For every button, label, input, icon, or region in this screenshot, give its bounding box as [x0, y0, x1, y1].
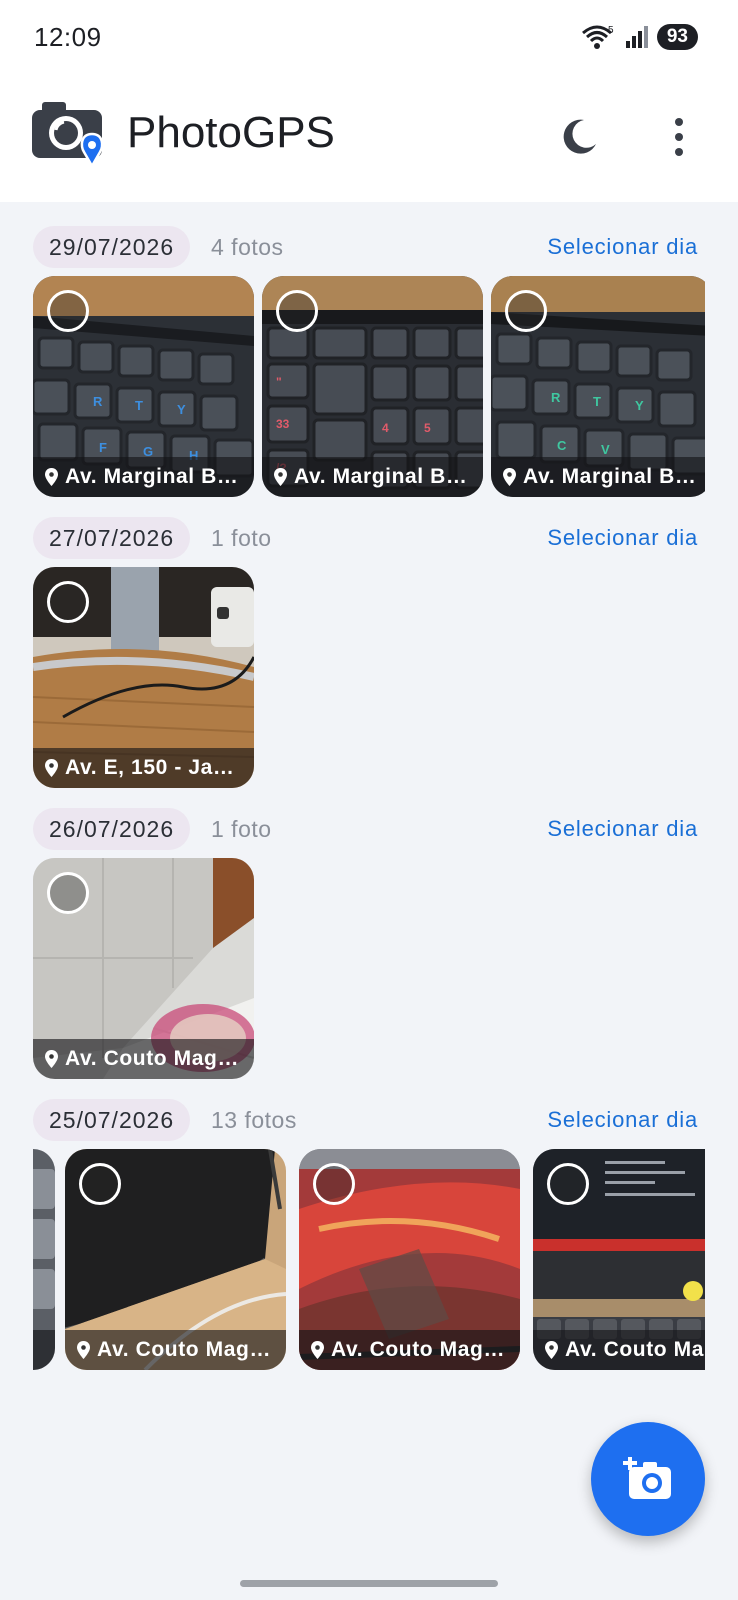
day-header: 27/07/2026 1 foto Selecionar dia — [33, 517, 698, 559]
location-pin-icon — [545, 1341, 558, 1359]
camera-pin-icon — [32, 102, 104, 169]
gesture-nav-handle[interactable] — [240, 1580, 498, 1587]
photo-thumbnail[interactable] — [33, 1149, 55, 1370]
svg-text:4: 4 — [382, 421, 389, 435]
location-caption: Av. E, 150 - Ja… — [33, 748, 254, 788]
svg-text:C: C — [557, 438, 567, 453]
location-caption: Av. Marginal B… — [262, 457, 483, 497]
location-caption: Av. Couto Mag… — [65, 1330, 286, 1370]
svg-text:Y: Y — [635, 398, 644, 413]
svg-text:T: T — [593, 394, 601, 409]
svg-text:T: T — [135, 398, 143, 413]
svg-text:5: 5 — [424, 421, 431, 435]
location-caption: Av. Couto Mag… — [33, 1039, 254, 1079]
location-caption: Av. Marginal B… — [491, 457, 705, 497]
location-text: Av. Marginal B… — [65, 465, 239, 488]
select-day-button[interactable]: Selecionar dia — [547, 226, 698, 268]
select-day-button[interactable]: Selecionar dia — [547, 1099, 698, 1141]
photo-thumbnail[interactable]: Av. Couto Ma — [533, 1149, 705, 1370]
location-text: Av. Couto Mag… — [97, 1338, 272, 1361]
location-caption: Av. Couto Mag… — [299, 1330, 520, 1370]
date-chip: 29/07/2026 — [33, 226, 191, 268]
date-chip: 27/07/2026 — [33, 517, 191, 559]
signal-badge: 5 — [608, 25, 614, 36]
location-pin-icon — [77, 1341, 90, 1359]
select-circle[interactable] — [547, 1163, 589, 1205]
moon-icon[interactable] — [556, 114, 602, 160]
photo-thumbnail[interactable]: RTYFGH Av. Marginal B… — [33, 276, 254, 497]
select-circle[interactable] — [505, 290, 547, 332]
svg-text:R: R — [551, 390, 561, 405]
location-text: Av. Couto Ma — [565, 1338, 705, 1361]
photo-row[interactable]: Av. E, 150 - Ja… — [33, 567, 705, 789]
location-text: Av. Marginal B… — [523, 465, 697, 488]
date-chip: 26/07/2026 — [33, 808, 191, 850]
photo-row[interactable]: Av. Couto Mag… Av. Couto Mag… Av. Couto … — [33, 1149, 705, 1371]
day-group: 25/07/2026 13 fotos Selecionar dia Av. C… — [0, 1075, 738, 1370]
battery-indicator: 93 — [656, 24, 698, 50]
day-group: 26/07/2026 1 foto Selecionar dia Av. Cou… — [0, 784, 738, 1079]
wifi-icon: 5 — [581, 25, 614, 49]
svg-text:F: F — [99, 440, 107, 455]
photo-thumbnail[interactable]: "33/?45 Av. Marginal B… — [262, 276, 483, 497]
photo-count: 13 fotos — [211, 1107, 297, 1133]
location-text: Av. E, 150 - Ja… — [65, 756, 235, 779]
svg-text:Y: Y — [177, 402, 186, 417]
photo-row[interactable]: Av. Couto Mag… — [33, 858, 705, 1080]
location-text: Av. Couto Mag… — [331, 1338, 506, 1361]
location-pin-icon — [45, 1050, 58, 1068]
day-header: 26/07/2026 1 foto Selecionar dia — [33, 808, 698, 850]
svg-text:V: V — [601, 442, 610, 457]
select-day-button[interactable]: Selecionar dia — [547, 808, 698, 850]
svg-text:33: 33 — [276, 417, 290, 431]
location-caption — [33, 1330, 55, 1370]
status-bar: 12:09 5 93 — [0, 0, 738, 78]
app-title: PhotoGPS — [127, 108, 335, 157]
location-caption: Av. Marginal B… — [33, 457, 254, 497]
svg-text:R: R — [93, 394, 103, 409]
status-time: 12:09 — [34, 22, 102, 52]
add-photo-button[interactable] — [591, 1422, 705, 1536]
day-group: 27/07/2026 1 foto Selecionar dia Av. E, … — [0, 493, 738, 788]
select-circle[interactable] — [276, 290, 318, 332]
select-circle[interactable] — [47, 872, 89, 914]
select-circle[interactable] — [313, 1163, 355, 1205]
select-circle[interactable] — [47, 581, 89, 623]
add-photo-icon — [623, 1457, 671, 1499]
photo-thumbnail[interactable]: Av. Couto Mag… — [65, 1149, 286, 1370]
location-pin-icon — [311, 1341, 324, 1359]
select-circle[interactable] — [47, 290, 89, 332]
photo-count: 4 fotos — [211, 234, 284, 260]
photo-thumbnail[interactable]: Av. Couto Mag… — [33, 858, 254, 1079]
more-vert-icon[interactable] — [664, 114, 694, 160]
photo-thumbnail[interactable]: Av. E, 150 - Ja… — [33, 567, 254, 788]
location-pin-icon — [45, 759, 58, 777]
photo-thumbnail[interactable]: Av. Couto Mag… — [299, 1149, 520, 1370]
app-bar: PhotoGPS — [0, 78, 738, 202]
location-caption: Av. Couto Ma — [533, 1330, 705, 1370]
day-group: 29/07/2026 4 fotos Selecionar dia RTYFGH — [0, 202, 738, 497]
location-text: Av. Marginal B… — [294, 465, 468, 488]
svg-text:": " — [276, 375, 282, 389]
photo-row[interactable]: RTYFGH Av. Marginal B… " 33 4 5 Av. Marg… — [33, 276, 705, 498]
day-header: 25/07/2026 13 fotos Selecionar dia — [33, 1099, 698, 1141]
location-pin-icon — [45, 468, 58, 486]
day-header: 29/07/2026 4 fotos Selecionar dia — [33, 226, 698, 268]
photo-thumbnail[interactable]: R T Y C V Av. Marginal B… — [491, 276, 705, 497]
photo-count: 1 foto — [211, 525, 272, 551]
location-text: Av. Couto Mag… — [65, 1047, 240, 1070]
photo-list[interactable]: 29/07/2026 4 fotos Selecionar dia RTYFGH — [0, 202, 738, 1600]
location-pin-icon — [503, 468, 516, 486]
status-icons: 5 93 — [581, 22, 698, 52]
photo-count: 1 foto — [211, 816, 272, 842]
location-pin-icon — [274, 468, 287, 486]
cell-signal-icon — [625, 26, 648, 48]
select-circle[interactable] — [79, 1163, 121, 1205]
select-day-button[interactable]: Selecionar dia — [547, 517, 698, 559]
date-chip: 25/07/2026 — [33, 1099, 191, 1141]
